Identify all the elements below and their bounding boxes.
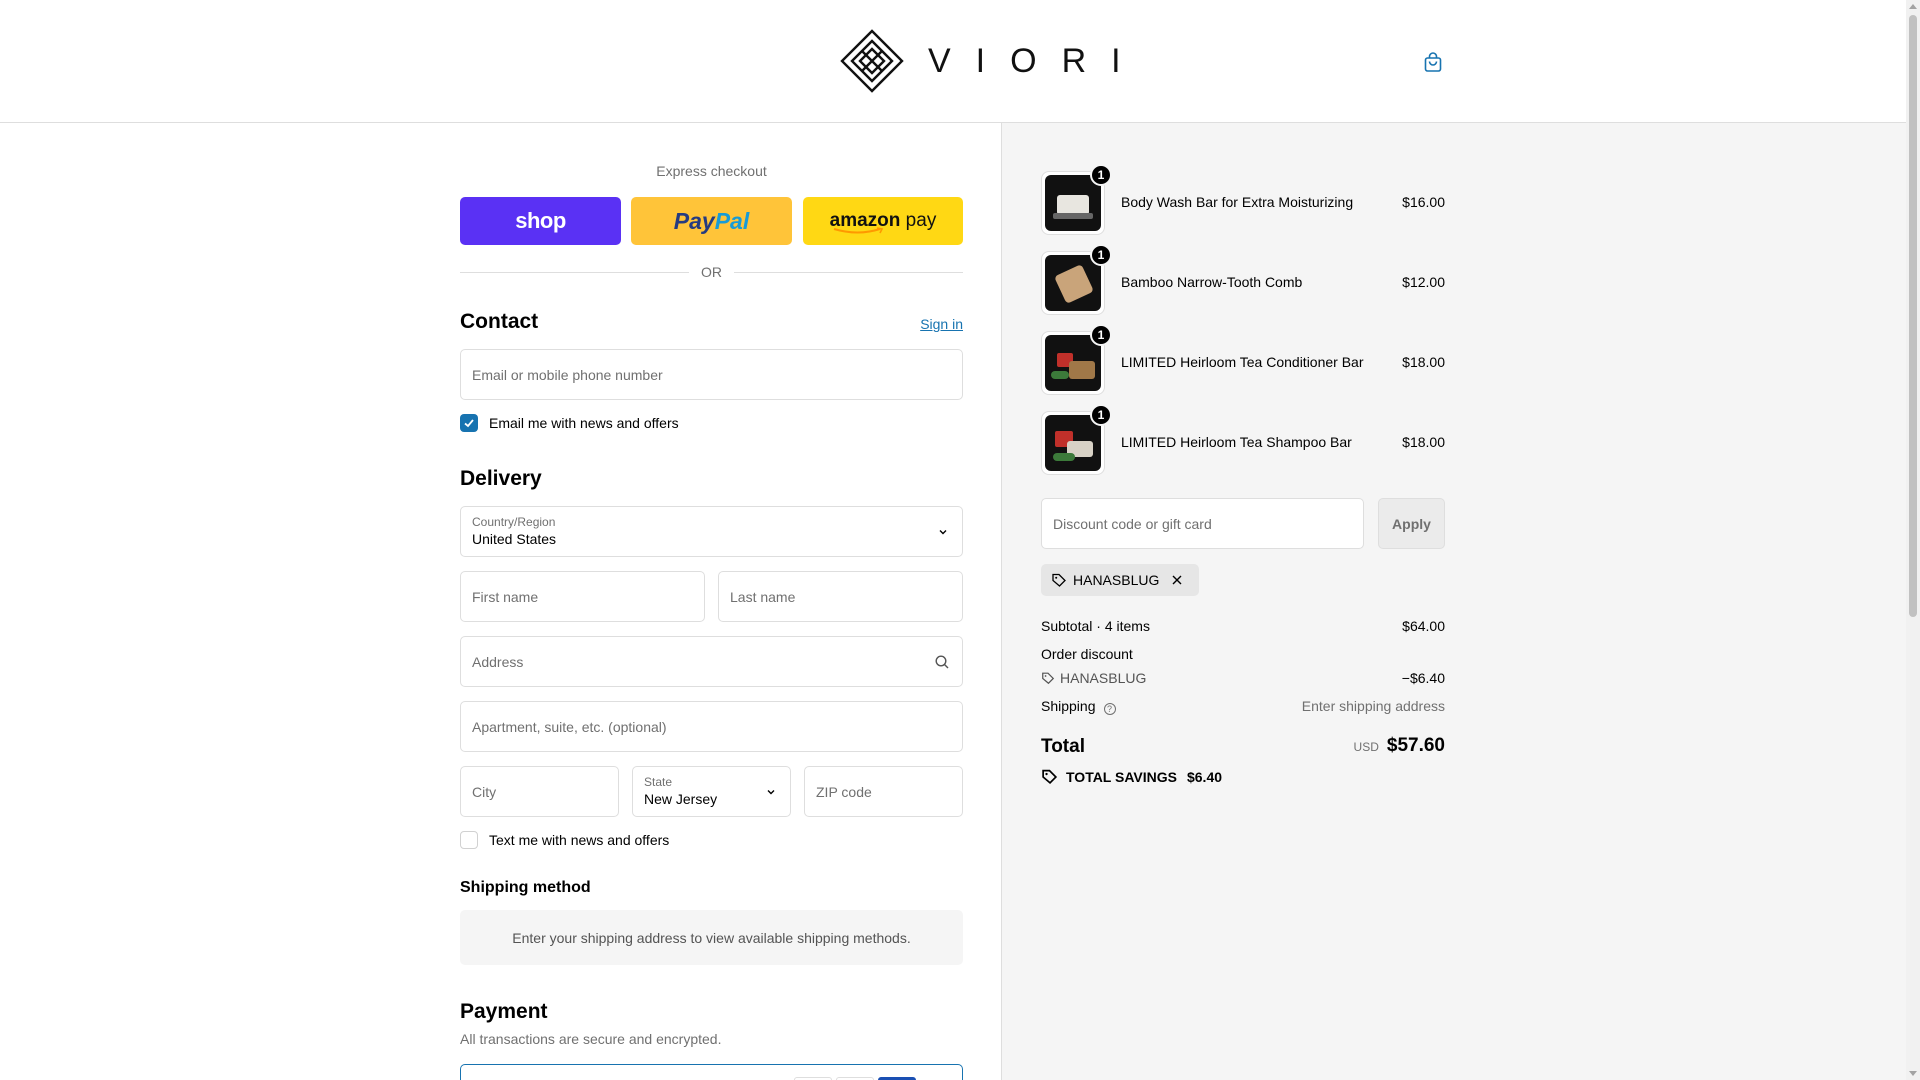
contact-heading: Contact [460,310,539,333]
payment-heading: Payment [460,1000,548,1023]
search-icon [935,655,949,669]
shop-pay-label: shop [515,208,566,233]
checkbox-unchecked-icon[interactable] [460,831,478,849]
subtotal-row: Subtotal · 4 items $64.00 [1041,618,1445,634]
cart-line-item: 1 Bamboo Narrow-Tooth Comb $12.00 [1041,244,1445,315]
item-price: $18.00 [1402,354,1445,370]
total-value: $57.60 [1386,735,1445,756]
amazon-smile-icon [833,227,883,234]
email-field[interactable]: Email or mobile phone number [460,349,963,400]
scroll-up-arrow-icon[interactable] [1909,4,1917,9]
payment-method-box[interactable] [460,1064,963,1080]
shipping-value: Enter shipping address [1301,698,1445,714]
help-icon[interactable]: ? [1103,703,1116,715]
state-select[interactable]: State New Jersey [632,766,791,817]
address-field[interactable]: Address [460,636,963,687]
email-news-label: Email me with news and offers [489,415,679,431]
tag-icon [1052,573,1066,587]
site-header: VIORI [0,0,1906,123]
last-name-field[interactable]: Last name [718,571,963,622]
or-divider: OR [460,264,963,280]
brand-name: VIORI [928,41,1146,80]
country-select[interactable]: Country/Region United States [460,506,963,557]
zip-field[interactable]: ZIP code [804,766,963,817]
brand-logo[interactable]: VIORI [840,29,1146,93]
apply-discount-button[interactable]: Apply [1378,498,1445,549]
item-name: Bamboo Narrow-Tooth Comb [1121,274,1303,290]
text-news-checkbox[interactable]: Text me with news and offers [460,831,669,849]
amazon-pay-label: amazon pay [830,210,936,234]
discount-code-input[interactable]: Discount code or gift card [1041,498,1364,549]
cart-line-item: 1 Body Wash Bar for Extra Moisturizing $… [1041,164,1445,235]
delivery-heading: Delivery [460,467,542,490]
discount-code-row: HANASBLUG −$6.40 [1041,670,1445,686]
email-news-checkbox[interactable]: Email me with news and offers [460,414,679,432]
city-field[interactable]: City [460,766,619,817]
cart-bag-icon[interactable] [1421,50,1445,74]
total-savings: TOTAL SAVINGS $6.40 [1041,768,1222,785]
item-price: $16.00 [1402,194,1445,210]
total-label: Total [1041,736,1085,757]
discount-value: −$6.40 [1401,670,1445,686]
amazon-pay-button[interactable]: amazon pay [803,197,963,245]
scroll-down-arrow-icon[interactable] [1909,1071,1917,1076]
quantity-badge: 1 [1090,404,1112,426]
quantity-badge: 1 [1090,324,1112,346]
shop-pay-button[interactable]: shop [460,197,621,245]
checkbox-checked-icon[interactable] [460,414,478,432]
order-discount-row: Order discount [1041,646,1445,662]
shipping-label: Shipping [1041,698,1096,714]
scrollbar-thumb[interactable] [1909,15,1917,617]
remove-discount-icon[interactable] [1171,574,1189,586]
or-label: OR [701,264,722,280]
savings-value: $6.40 [1186,768,1223,785]
item-name: Body Wash Bar for Extra Moisturizing [1121,194,1354,210]
logo-mark-icon [840,29,904,93]
cart-line-item: 1 LIMITED Heirloom Tea Shampoo Bar $18.0… [1041,404,1445,475]
shipping-method-notice: Enter your shipping address to view avai… [460,910,963,965]
applied-discount-chip: HANASBLUG [1041,564,1200,596]
payment-subtitle: All transactions are secure and encrypte… [460,1031,722,1047]
applied-code-label: HANASBLUG [1073,572,1160,588]
tag-icon [1042,769,1058,785]
quantity-badge: 1 [1090,244,1112,266]
shipping-row: Shipping? Enter shipping address [1041,698,1445,715]
subtotal-value: $64.00 [1402,618,1445,634]
paypal-button[interactable]: PayPal [631,197,792,245]
item-price: $12.00 [1402,274,1445,290]
order-discount-label: Order discount [1041,646,1133,662]
total-amount: USD $57.60 [1354,735,1445,757]
subtotal-label: Subtotal · 4 items [1041,618,1150,634]
page-scrollbar[interactable] [1906,0,1920,1080]
currency-code: USD [1353,740,1379,754]
savings-label: TOTAL SAVINGS [1066,768,1177,785]
first-name-field[interactable]: First name [460,571,705,622]
item-name: LIMITED Heirloom Tea Shampoo Bar [1121,434,1352,450]
apartment-field[interactable]: Apartment, suite, etc. (optional) [460,701,963,752]
chevron-down-icon [939,530,947,535]
paypal-label: PayPal [673,207,750,234]
sign-in-link[interactable]: Sign in [920,316,963,332]
tag-icon [1042,672,1055,685]
cart-line-item: 1 LIMITED Heirloom Tea Conditioner Bar $… [1041,324,1445,395]
text-news-label: Text me with news and offers [489,832,670,848]
quantity-badge: 1 [1090,164,1112,186]
discount-code-label: HANASBLUG [1060,670,1147,686]
item-name: LIMITED Heirloom Tea Conditioner Bar [1121,354,1364,370]
express-checkout-title: Express checkout [656,163,767,179]
chevron-down-icon [767,790,775,795]
shipping-method-heading: Shipping method [460,879,591,896]
item-price: $18.00 [1402,434,1445,450]
